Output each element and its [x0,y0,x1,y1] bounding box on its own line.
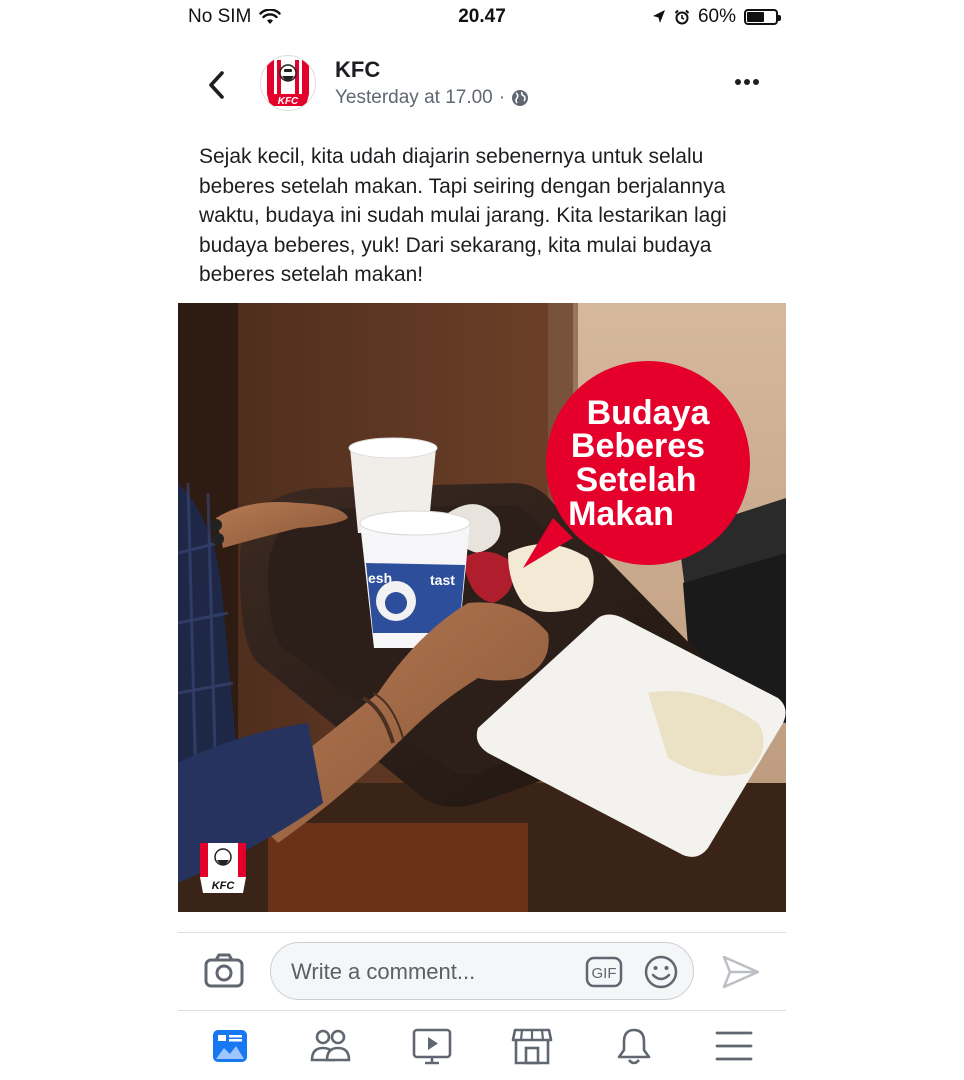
tab-notifications[interactable] [606,1018,662,1074]
post-image[interactable]: tast esh Budaya Beberes Setelah Makan KF… [178,303,786,912]
comment-placeholder: Write a comment... [291,959,476,984]
page-avatar[interactable]: KFC [260,55,316,111]
menu-icon [715,1031,753,1061]
comment-divider [178,932,786,933]
page-name[interactable]: KFC [335,57,380,83]
bubble-line-3: Setelah [576,461,697,499]
location-arrow-icon [652,10,665,23]
gif-label: GIF [592,965,617,982]
post-photo: tast esh Budaya Beberes Setelah Makan KF… [178,303,786,912]
globe-icon [512,90,529,106]
avatar-logo-text: KFC [278,96,299,107]
tab-friends[interactable] [302,1018,358,1074]
tab-watch[interactable] [404,1018,460,1074]
more-options-button[interactable] [730,72,764,92]
friends-icon [310,1029,351,1062]
post-meta: Yesterday at 17.00 · [335,87,529,109]
status-bar: No SIM 20.47 60% [178,4,786,30]
cup-print-text-2: esh [368,570,392,586]
news-feed-icon [213,1030,247,1062]
post-text: Sejak kecil, kita udah diajarin sebenern… [199,145,727,286]
gif-icon: GIF [585,956,623,988]
watermark-text: KFC [212,880,236,892]
status-right: 60% [652,6,781,28]
kfc-watermark-icon: KFC [200,843,246,893]
tab-news-feed[interactable] [202,1018,258,1074]
battery-icon [744,9,781,25]
bubble-line-2: Beberes [571,427,705,465]
alarm-icon [674,9,690,25]
notifications-icon [617,1028,651,1065]
camera-icon [204,953,244,988]
emoji-button[interactable] [643,954,679,990]
comment-input[interactable]: Write a comment... GIF [270,942,694,1000]
bottom-tab-bar [178,1018,786,1074]
kfc-logo-icon: KFC [267,60,309,107]
gif-button[interactable]: GIF [585,956,623,988]
back-button[interactable] [202,68,232,102]
post-header: KFC KFC Yesterday at 17.00 · [178,52,786,116]
camera-button[interactable] [202,952,246,992]
marketplace-icon [511,1028,553,1065]
watch-icon [412,1028,452,1065]
send-button[interactable] [720,952,762,992]
chevron-left-icon [209,71,224,99]
battery-percent: 60% [697,6,736,27]
more-dots-icon [735,79,759,85]
cup-print-text: tast [430,572,455,588]
bubble-line-4: Makan [568,495,674,533]
smiley-icon [644,955,678,989]
tab-marketplace[interactable] [504,1018,560,1074]
battery-level [747,12,764,22]
post-timestamp[interactable]: Yesterday at 17.00 [335,87,493,109]
send-icon [722,955,760,989]
meta-separator: · [498,87,506,108]
tab-divider [178,1010,786,1011]
tab-menu[interactable] [706,1018,762,1074]
